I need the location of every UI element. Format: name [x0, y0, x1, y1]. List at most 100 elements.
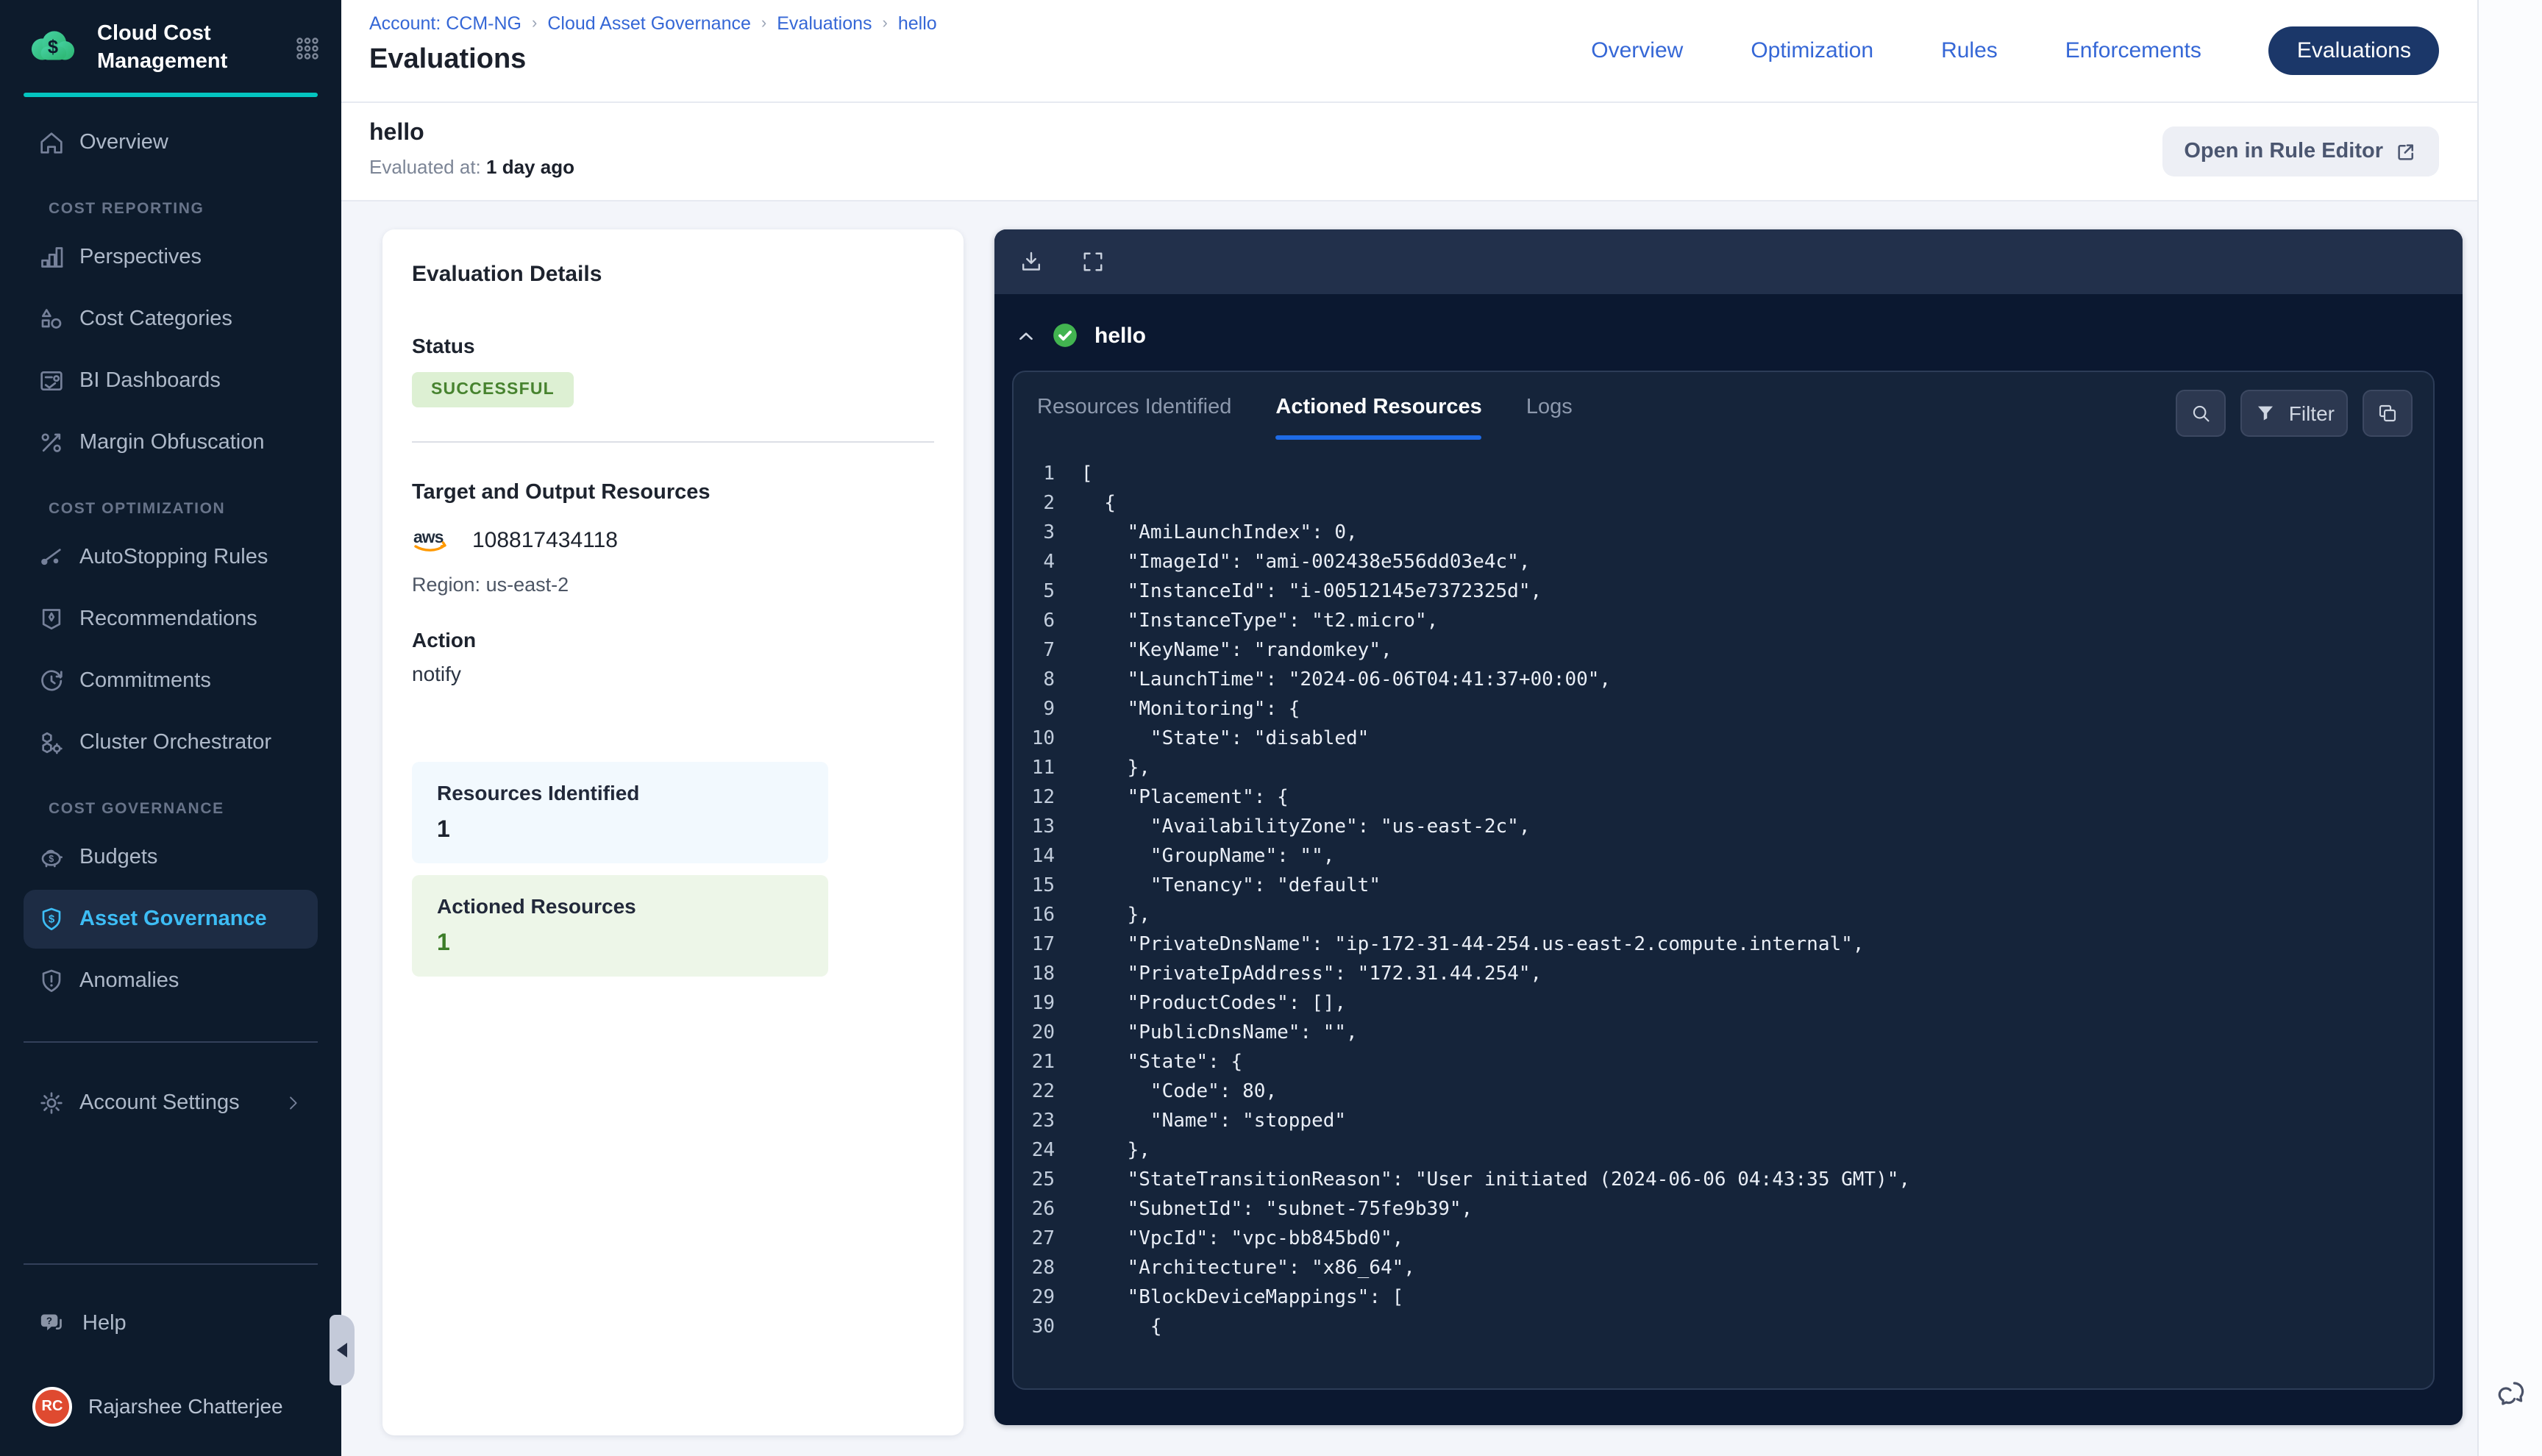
nav-tab-evaluations-active[interactable]: Evaluations — [2269, 26, 2439, 75]
code-line: 17 "PrivateDnsName": "ip-172-31-44-254.u… — [1014, 929, 2433, 959]
open-in-rule-editor-button[interactable]: Open in Rule Editor — [2162, 126, 2439, 176]
code-line-text: "GroupName": "", — [1081, 845, 1334, 867]
nav-link-optimization[interactable]: Optimization — [1751, 38, 1873, 63]
filter-button[interactable]: Filter — [2240, 390, 2348, 437]
code-line: 26 "SubnetId": "subnet-75fe9b39", — [1014, 1194, 2433, 1224]
evaluation-details-card: Evaluation Details Status SUCCESSFUL Tar… — [382, 229, 964, 1435]
shapes-icon — [37, 304, 66, 333]
search-icon — [2189, 402, 2212, 425]
code-line: 12 "Placement": { — [1014, 782, 2433, 812]
filter-label: Filter — [2289, 402, 2335, 425]
code-line-number: 2 — [1014, 492, 1081, 514]
sidebar-item-budgets[interactable]: $Budgets — [24, 827, 318, 886]
nav-link-overview[interactable]: Overview — [1591, 38, 1683, 63]
svg-text:?: ? — [46, 1316, 52, 1327]
sidebar-user[interactable]: RC Rajarshee Chatterjee — [0, 1374, 341, 1438]
code-line-text: "AmiLaunchIndex": 0, — [1081, 521, 1358, 543]
code-line-text: "Tenancy": "default" — [1081, 874, 1381, 896]
tab-resources-identified[interactable]: Resources Identified — [1037, 396, 1231, 440]
sidebar-item-perspectives[interactable]: Perspectives — [24, 227, 318, 286]
module-nav: Overview Optimization Rules Enforcements Eva… — [1591, 0, 2477, 101]
feedback-chat-icon[interactable] — [2493, 1377, 2528, 1412]
sidebar-item-anomalies[interactable]: Anomalies — [24, 951, 318, 1010]
resources-identified-label: Resources Identified — [437, 781, 803, 804]
target-resources-label: Target and Output Resources — [412, 481, 934, 504]
tab-logs[interactable]: Logs — [1526, 396, 1573, 440]
sidebar-section-label: COST OPTIMIZATION — [0, 499, 341, 517]
sidebar-divider — [24, 1263, 318, 1265]
nav-link-enforcements[interactable]: Enforcements — [2065, 38, 2201, 63]
sidebar-item-asset-governance[interactable]: $Asset Governance — [24, 889, 318, 948]
sidebar-item-margin-obfuscation[interactable]: Margin Obfuscation — [24, 413, 318, 471]
copy-icon — [2376, 402, 2399, 425]
nav-link-rules[interactable]: Rules — [1941, 38, 1998, 63]
sidebar-item-label: Perspectives — [79, 245, 202, 268]
svg-text:aws: aws — [413, 527, 444, 546]
sidebar-item-cluster-orchestrator[interactable]: Cluster Orchestrator — [24, 713, 318, 771]
breadcrumb-item-account-ccm-ng[interactable]: Account: CCM-NG — [369, 13, 521, 34]
search-button[interactable] — [2176, 390, 2226, 437]
breadcrumb-item-hello[interactable]: hello — [898, 13, 937, 34]
sidebar-item-bi-dashboards[interactable]: BI Dashboards — [24, 351, 318, 410]
percent-icon — [37, 427, 66, 457]
code-line: 4 "ImageId": "ami-002438e556dd03e4c", — [1014, 547, 2433, 577]
code-line-number: 9 — [1014, 698, 1081, 720]
code-line-text: "VpcId": "vpc-bb845bd0", — [1081, 1227, 1403, 1249]
recommendation-icon — [37, 604, 66, 633]
sidebar: $ Cloud Cost Management OverviewCOST REP… — [0, 0, 341, 1456]
sidebar-item-overview[interactable]: Overview — [24, 113, 318, 171]
sidebar-item-label: Commitments — [79, 668, 211, 692]
code-line-text: }, — [1081, 757, 1150, 779]
code-line-text: [ — [1081, 463, 1093, 485]
sidebar-item-help[interactable]: ? Help — [0, 1294, 341, 1353]
collapse-chevron-icon[interactable] — [1017, 326, 1036, 345]
output-tabs-row: Resources Identified Actioned Resources Lo… — [1014, 372, 2433, 440]
fullscreen-icon[interactable] — [1080, 249, 1106, 275]
module-grid-icon[interactable] — [294, 35, 321, 62]
code-line-number: 26 — [1014, 1198, 1081, 1220]
page-header: Account: CCM-NG›Cloud Asset Governance›E… — [341, 0, 2477, 103]
breadcrumb-separator-icon: › — [761, 15, 766, 32]
code-line-number: 17 — [1014, 933, 1081, 955]
status-badge: SUCCESSFUL — [412, 372, 574, 407]
sidebar-item-account-settings[interactable]: Account Settings — [24, 1073, 318, 1132]
sidebar-item-recommendations[interactable]: Recommendations — [24, 589, 318, 648]
external-link-icon — [2395, 140, 2417, 163]
breadcrumb-item-cloud-asset-governance[interactable]: Cloud Asset Governance — [547, 13, 751, 34]
actioned-resources-label: Actioned Resources — [437, 894, 803, 918]
code-editor[interactable]: 1[2 {3 "AmiLaunchIndex": 0,4 "ImageId": … — [1014, 440, 2433, 1388]
code-line-text: "PrivateIpAddress": "172.31.44.254", — [1081, 963, 1542, 985]
copy-button[interactable] — [2363, 390, 2413, 437]
sidebar-item-cost-categories[interactable]: Cost Categories — [24, 289, 318, 348]
breadcrumb-item-evaluations[interactable]: Evaluations — [777, 13, 872, 34]
tab-actioned-resources[interactable]: Actioned Resources — [1275, 396, 1481, 440]
svg-text:$: $ — [48, 37, 58, 57]
code-line: 3 "AmiLaunchIndex": 0, — [1014, 518, 2433, 547]
filter-funnel-icon — [2254, 402, 2277, 425]
sidebar-item-label: Margin Obfuscation — [79, 430, 264, 454]
code-line: 9 "Monitoring": { — [1014, 694, 2433, 724]
code-line: 11 }, — [1014, 753, 2433, 782]
code-line-text: }, — [1081, 904, 1150, 926]
home-icon — [37, 127, 66, 157]
sidebar-item-label: AutoStopping Rules — [79, 545, 268, 568]
sidebar-item-label: Recommendations — [79, 607, 257, 630]
sidebar-item-commitments[interactable]: Commitments — [24, 651, 318, 710]
code-line-number: 13 — [1014, 816, 1081, 838]
code-line-text: "Placement": { — [1081, 786, 1289, 808]
code-line-number: 8 — [1014, 668, 1081, 690]
code-line: 6 "InstanceType": "t2.micro", — [1014, 606, 2433, 635]
sidebar-collapse-handle[interactable] — [330, 1315, 355, 1385]
action-value: notify — [412, 662, 934, 685]
sidebar-item-autostopping-rules[interactable]: AutoStopping Rules — [24, 527, 318, 586]
breadcrumb: Account: CCM-NG›Cloud Asset Governance›E… — [369, 13, 1591, 34]
success-check-icon — [1050, 321, 1080, 350]
code-line-text: "InstanceType": "t2.micro", — [1081, 610, 1438, 632]
code-line: 27 "VpcId": "vpc-bb845bd0", — [1014, 1224, 2433, 1253]
download-icon[interactable] — [1018, 249, 1044, 275]
output-toolbar — [994, 229, 2463, 294]
svg-text:$: $ — [49, 853, 54, 863]
evaluation-header: hello Evaluated at: 1 day ago Open in Ru… — [341, 103, 2477, 201]
code-line: 16 }, — [1014, 900, 2433, 929]
app-title: Cloud Cost Management — [97, 21, 256, 76]
